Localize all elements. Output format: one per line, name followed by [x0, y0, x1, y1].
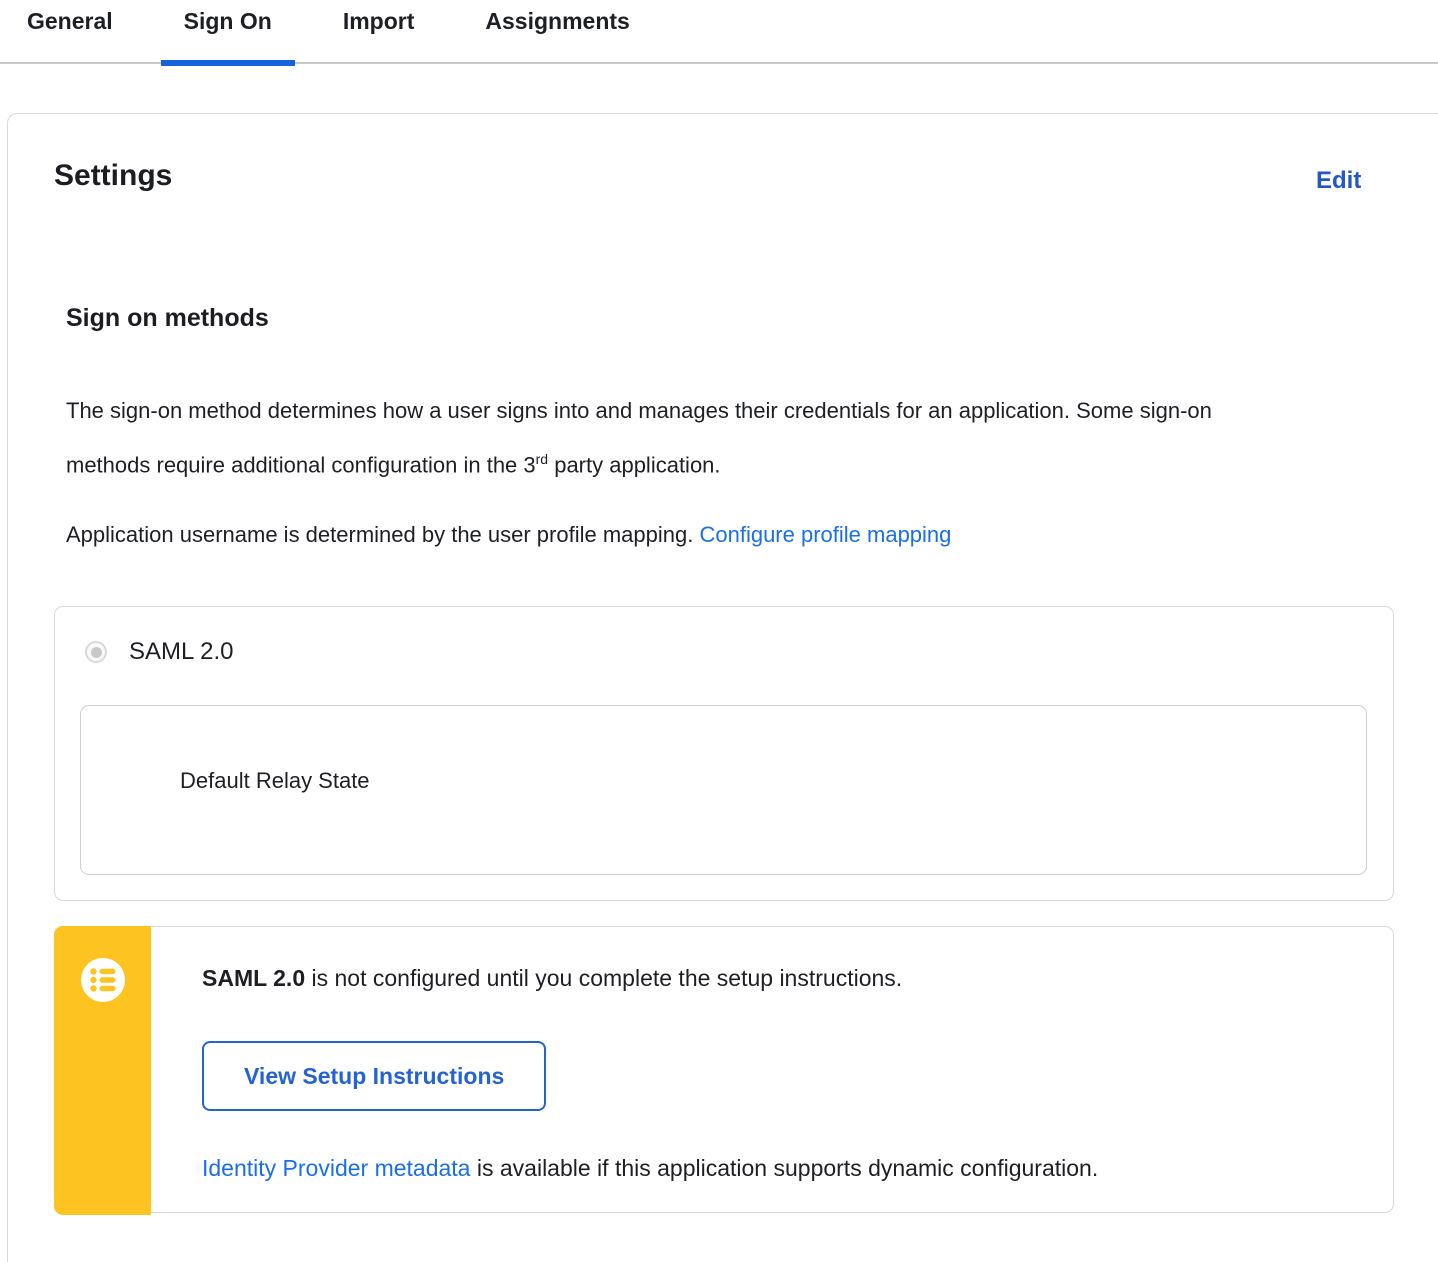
tab-import[interactable]: Import: [320, 0, 438, 64]
username-mapping-note: Application username is determined by th…: [66, 510, 1346, 559]
saml-radio-dot: [90, 646, 102, 658]
sign-on-methods-description: The sign-on method determines how a user…: [66, 386, 1286, 489]
saml-radio-button[interactable]: [85, 641, 107, 663]
banner-message-strong: SAML 2.0: [202, 965, 306, 991]
tab-general[interactable]: General: [4, 0, 136, 64]
saml-radio-label: SAML 2.0: [129, 638, 234, 665]
saml-warning-banner: SAML 2.0 is not configured until you com…: [54, 926, 1394, 1215]
configure-profile-mapping-link[interactable]: Configure profile mapping: [699, 522, 951, 547]
app-tab-bar: General Sign On Import Assignments: [0, 0, 1438, 66]
relay-state-field-box: Default Relay State: [80, 705, 1367, 875]
page-title: Settings: [54, 159, 173, 192]
description-superscript: rd: [535, 451, 549, 467]
tab-sign-on[interactable]: Sign On: [160, 0, 296, 66]
sign-on-methods-heading: Sign on methods: [66, 304, 269, 332]
banner-message: SAML 2.0 is not configured until you com…: [202, 965, 902, 992]
edit-link[interactable]: Edit: [1316, 167, 1361, 195]
description-text-tail: party application.: [548, 452, 721, 478]
settings-card: Settings Edit Sign on methods The sign-o…: [7, 113, 1438, 1262]
identity-provider-metadata-link[interactable]: Identity Provider metadata: [202, 1155, 470, 1181]
banner-metadata-rest: is available if this application support…: [470, 1155, 1099, 1181]
username-mapping-text: Application username is determined by th…: [66, 522, 700, 547]
tab-assignments[interactable]: Assignments: [462, 0, 652, 64]
list-icon: [81, 958, 125, 1002]
relay-state-label: Default Relay State: [180, 768, 370, 793]
banner-metadata-note: Identity Provider metadata is available …: [202, 1155, 1098, 1182]
banner-message-rest: is not configured until you complete the…: [305, 965, 903, 991]
view-setup-instructions-button[interactable]: View Setup Instructions: [202, 1041, 547, 1111]
saml-method-box: SAML 2.0 Default Relay State: [54, 606, 1394, 901]
